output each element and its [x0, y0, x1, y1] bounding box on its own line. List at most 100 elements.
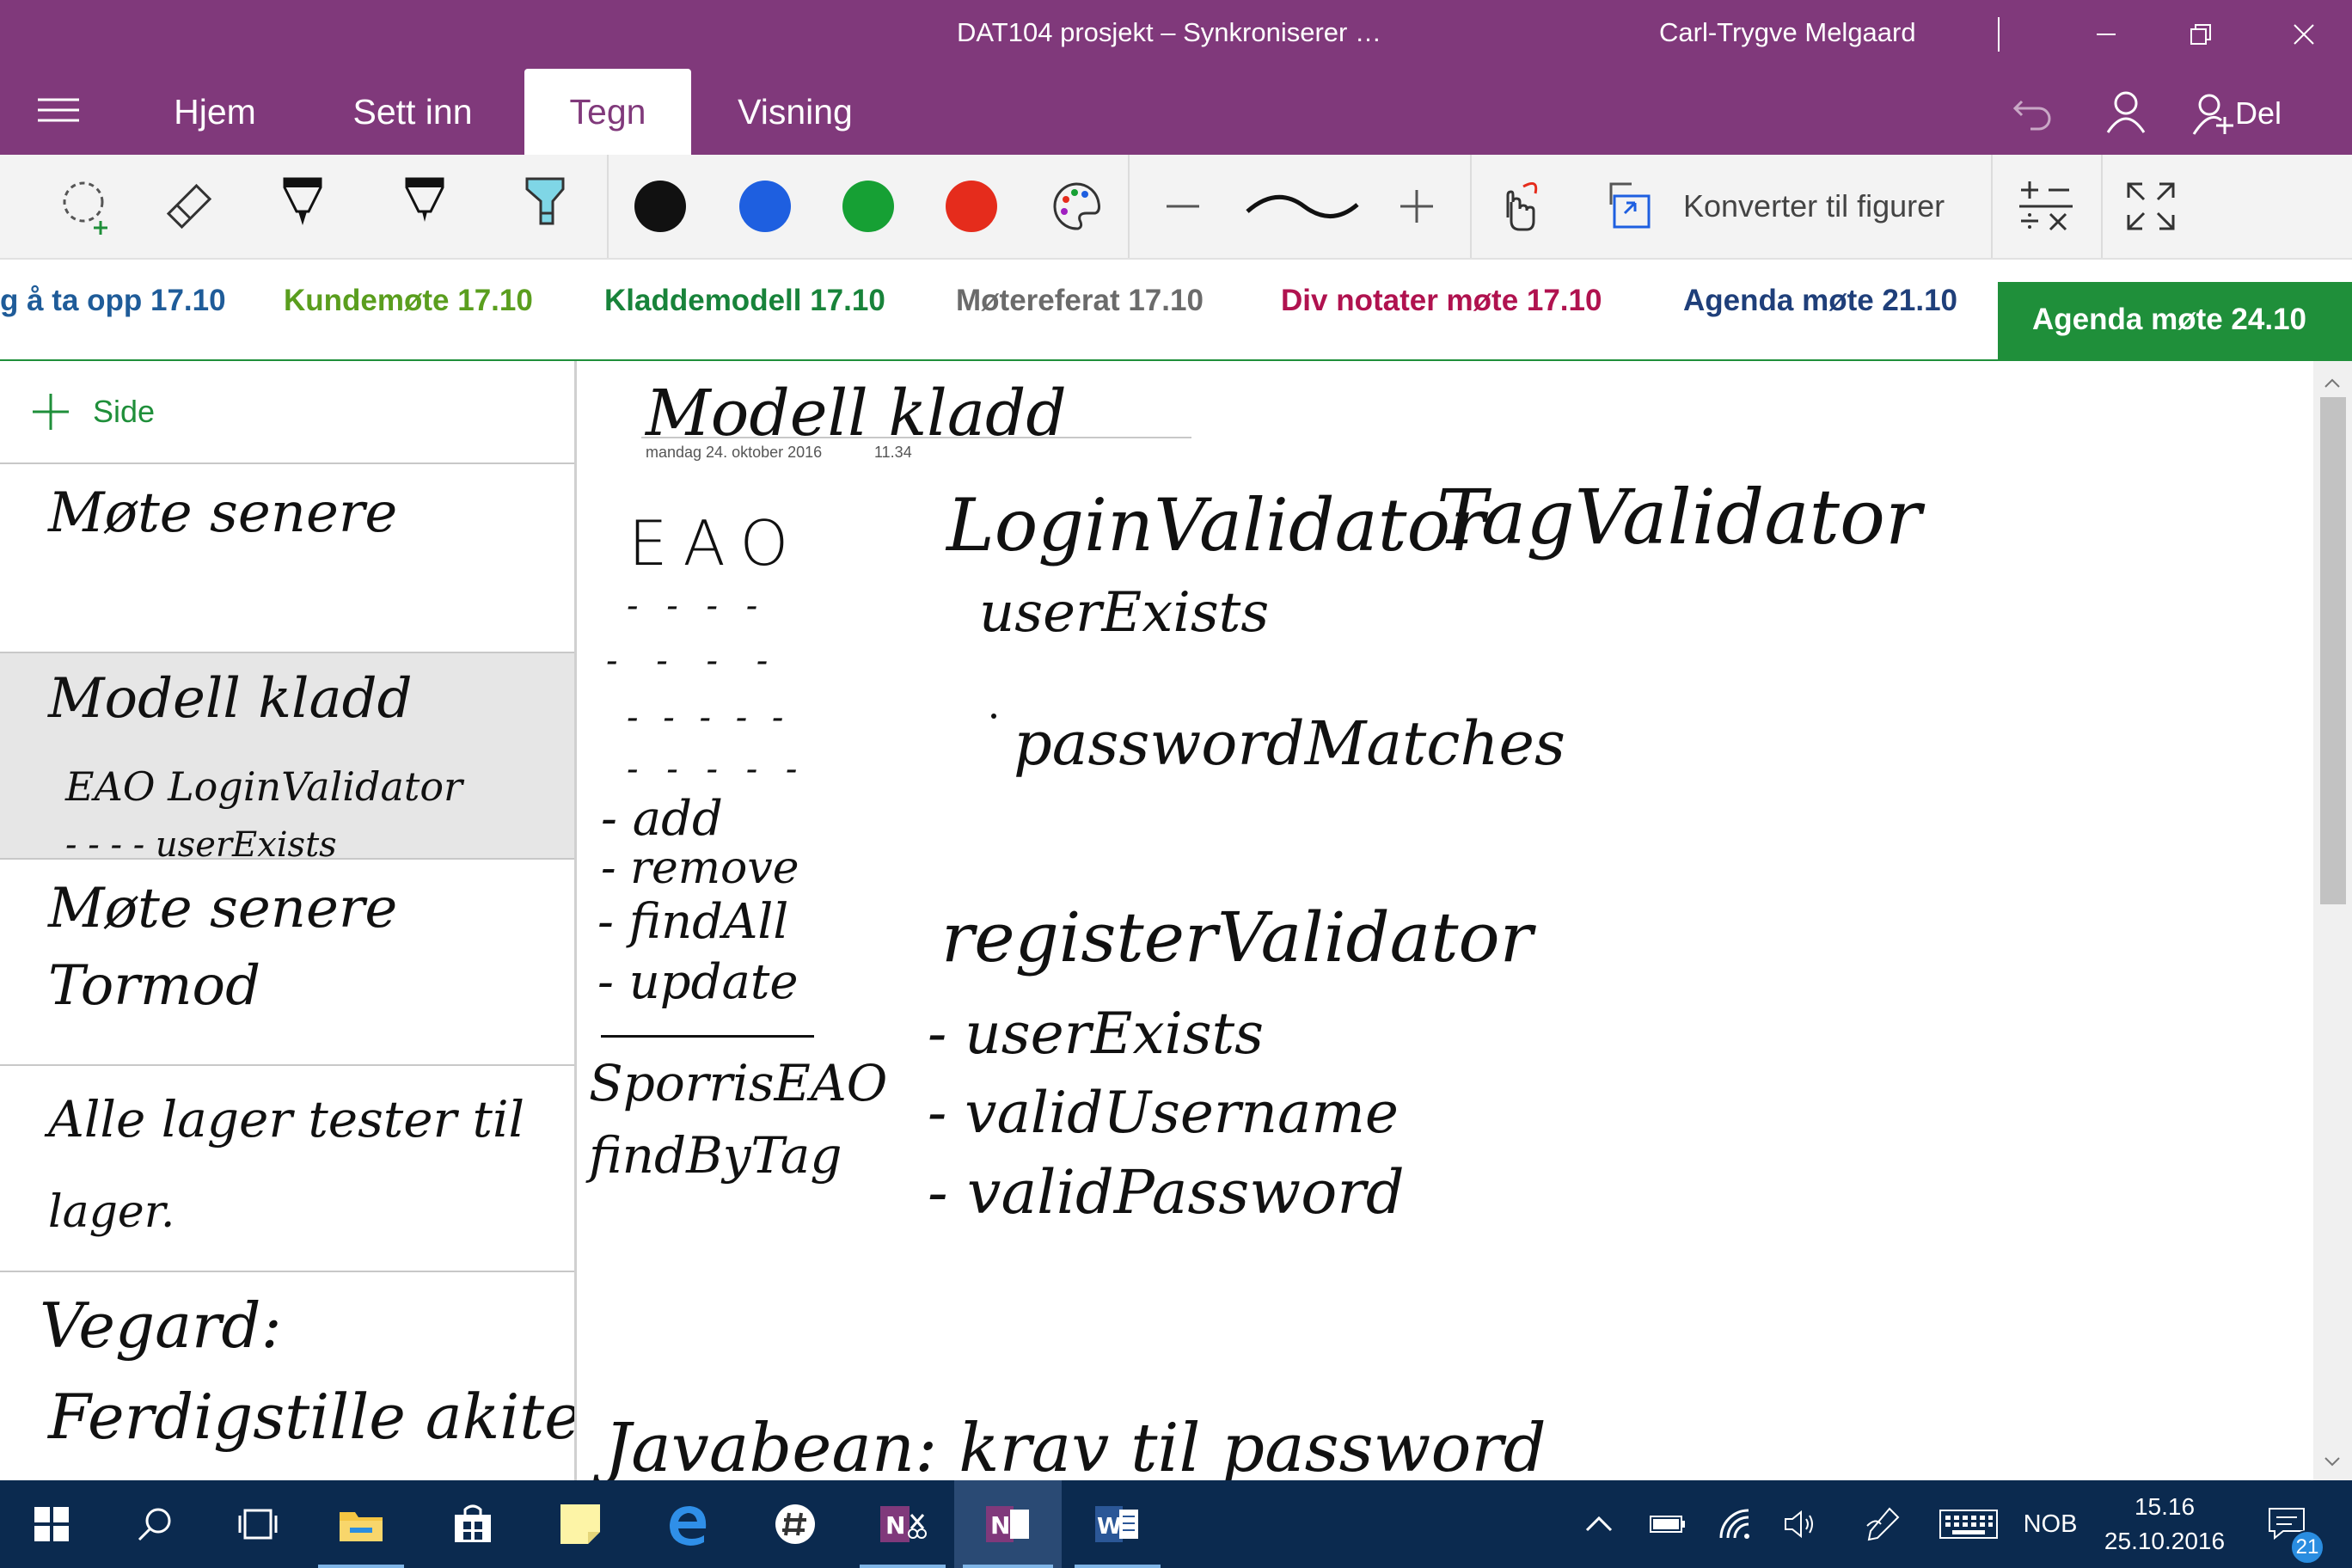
section-tab-kundemote[interactable]: Kundemøte 17.10 — [284, 284, 533, 318]
math-button[interactable] — [2012, 163, 2080, 249]
show-hidden-icons-button[interactable] — [1573, 1480, 1625, 1568]
highlighter-button[interactable] — [511, 163, 579, 249]
ink-dashes[interactable]: - - - - - — [627, 698, 790, 738]
clock[interactable]: 15.16 25.10.2016 — [2087, 1480, 2242, 1568]
color-blue-button[interactable] — [731, 163, 799, 249]
edge-button[interactable] — [636, 1480, 739, 1568]
wifi-button[interactable] — [1706, 1480, 1767, 1568]
ink-update[interactable]: - update — [597, 954, 799, 1010]
restore-button[interactable] — [2158, 0, 2244, 69]
page-title[interactable]: Modell kladd — [646, 377, 1067, 450]
tab-visning[interactable]: Visning — [722, 69, 868, 155]
undo-button[interactable] — [2012, 89, 2063, 138]
note-canvas[interactable]: Modell kladd mandag 24. oktober 2016 11.… — [577, 361, 2313, 1480]
title-divider — [1998, 17, 2000, 52]
task-view-button[interactable] — [206, 1480, 309, 1568]
thicker-stroke-button[interactable] — [1382, 163, 1451, 249]
pen-black-button[interactable] — [268, 163, 337, 249]
input-language[interactable]: NOB — [2016, 1480, 2085, 1568]
page-item-selected[interactable]: Modell kladd EAO LoginValidator - - - - … — [0, 652, 574, 860]
section-tab-motereferat[interactable]: Møtereferat 17.10 — [956, 284, 1204, 318]
minimize-button[interactable] — [2063, 0, 2149, 69]
file-explorer-button[interactable] — [309, 1480, 413, 1568]
tab-hjem[interactable]: Hjem — [146, 69, 284, 155]
ink-password-matches[interactable]: passwordMatches — [1014, 708, 1565, 779]
tab-tegn[interactable]: Tegn — [524, 69, 691, 155]
fine-pen-icon — [405, 177, 444, 222]
ink-eao[interactable]: EAO — [628, 507, 804, 579]
ink-user-exists[interactable]: userExists — [979, 581, 1269, 645]
share-button[interactable]: Del — [2192, 89, 2321, 138]
sticky-notes-button[interactable] — [529, 1480, 632, 1568]
action-center-button[interactable]: 21 — [2252, 1480, 2324, 1568]
section-tab-opptak[interactable]: g å ta opp 17.10 — [0, 284, 226, 318]
volume-button[interactable] — [1771, 1480, 1831, 1568]
ink-user-exists-2[interactable]: - userExists — [928, 1001, 1264, 1067]
section-tab-kladdemodell[interactable]: Kladdemodell 17.10 — [604, 284, 885, 318]
ink-add[interactable]: - add — [601, 791, 723, 847]
thinner-stroke-button[interactable] — [1148, 163, 1217, 249]
touch-draw-button[interactable] — [1485, 163, 1554, 249]
page-item-line: Vegard: — [40, 1289, 282, 1362]
window-title: DAT104 prosjekt – Synkroniserer … — [957, 17, 1381, 47]
store-button[interactable] — [421, 1480, 524, 1568]
close-button[interactable] — [2261, 0, 2347, 69]
ink-findall[interactable]: - findAll — [597, 894, 788, 950]
ink-login-validator[interactable]: LoginValidator — [946, 483, 1485, 567]
ink-tag-validator[interactable]: TagValidator — [1436, 473, 1921, 561]
touch-draw-icon — [1506, 181, 1538, 231]
convert-to-shapes-button[interactable]: Konverter til figurer — [1606, 163, 1967, 249]
ink-underline[interactable] — [601, 1035, 814, 1038]
word-button[interactable]: W — [1066, 1480, 1169, 1568]
user-name[interactable]: Carl-Trygve Melgaard — [1659, 17, 1916, 48]
windows-ink-button[interactable] — [1853, 1480, 1913, 1568]
ink-dashes[interactable]: - - - - — [606, 641, 781, 681]
ink-javabean[interactable]: Javabean: krav til password — [604, 1410, 1547, 1480]
touch-keyboard-button[interactable] — [1930, 1480, 2007, 1568]
ink-valid-username[interactable]: - validUsername — [928, 1080, 1399, 1146]
ink-dashes[interactable]: - - - - — [627, 586, 766, 626]
store-icon — [455, 1504, 491, 1542]
ink-dashes[interactable]: - - - - - — [627, 750, 805, 789]
ink-find-by-tag[interactable]: findByTag — [589, 1126, 842, 1185]
add-page-button[interactable]: Side — [0, 361, 574, 462]
tab-sett-inn[interactable]: Sett inn — [335, 69, 490, 155]
ink-register-validator[interactable]: registerValidator — [941, 897, 1533, 977]
account-button[interactable] — [2104, 89, 2153, 138]
hamburger-menu-button[interactable] — [34, 93, 95, 136]
more-colors-button[interactable] — [1042, 163, 1111, 249]
title-bar: DAT104 prosjekt – Synkroniserer … Carl-T… — [0, 0, 2352, 69]
ink-dot[interactable] — [991, 714, 996, 719]
page-item[interactable]: Vegard: Ferdigstille akite — [0, 1271, 574, 1480]
page-item[interactable]: Møte senere — [0, 462, 574, 653]
vertical-scrollbar[interactable] — [2313, 361, 2352, 1480]
search-button[interactable] — [103, 1480, 206, 1568]
scrollbar-thumb[interactable] — [2320, 397, 2346, 904]
ink-remove[interactable]: - remove — [601, 842, 799, 894]
battery-button[interactable] — [1638, 1480, 1698, 1568]
color-red-button[interactable] — [937, 163, 1006, 249]
color-green-button[interactable] — [834, 163, 903, 249]
ink-valid-password[interactable]: - validPassword — [928, 1157, 1405, 1228]
page-item[interactable]: Møte senere Tormod — [0, 858, 574, 1066]
section-tab-agenda-2110[interactable]: Agenda møte 21.10 — [1683, 284, 1957, 318]
section-tab-agenda-2410[interactable]: Agenda møte 24.10 — [2032, 303, 2306, 337]
page-item[interactable]: Alle lager tester til lager. — [0, 1064, 574, 1272]
share-label: Del — [2235, 95, 2282, 131]
slack-button[interactable] — [744, 1480, 847, 1568]
chevron-up-icon — [1585, 1516, 1613, 1532]
start-button[interactable] — [0, 1480, 103, 1568]
full-screen-button[interactable] — [2116, 163, 2185, 249]
onenote-clipper-button[interactable]: N — [851, 1480, 954, 1568]
page-item-line: Tormod — [48, 954, 261, 1018]
eraser-button[interactable] — [155, 163, 224, 249]
add-icon — [33, 394, 69, 430]
color-black-button[interactable] — [626, 163, 695, 249]
pen-ink-icon — [1866, 1507, 1900, 1541]
pen-fine-button[interactable] — [390, 163, 459, 249]
ink-sporris-eao[interactable]: SporrisEAO — [589, 1054, 887, 1112]
section-tab-div-notater[interactable]: Div notater møte 17.10 — [1281, 284, 1602, 318]
lasso-select-button[interactable] — [52, 163, 120, 249]
onenote-button[interactable]: N — [954, 1480, 1062, 1568]
search-icon — [138, 1508, 171, 1541]
